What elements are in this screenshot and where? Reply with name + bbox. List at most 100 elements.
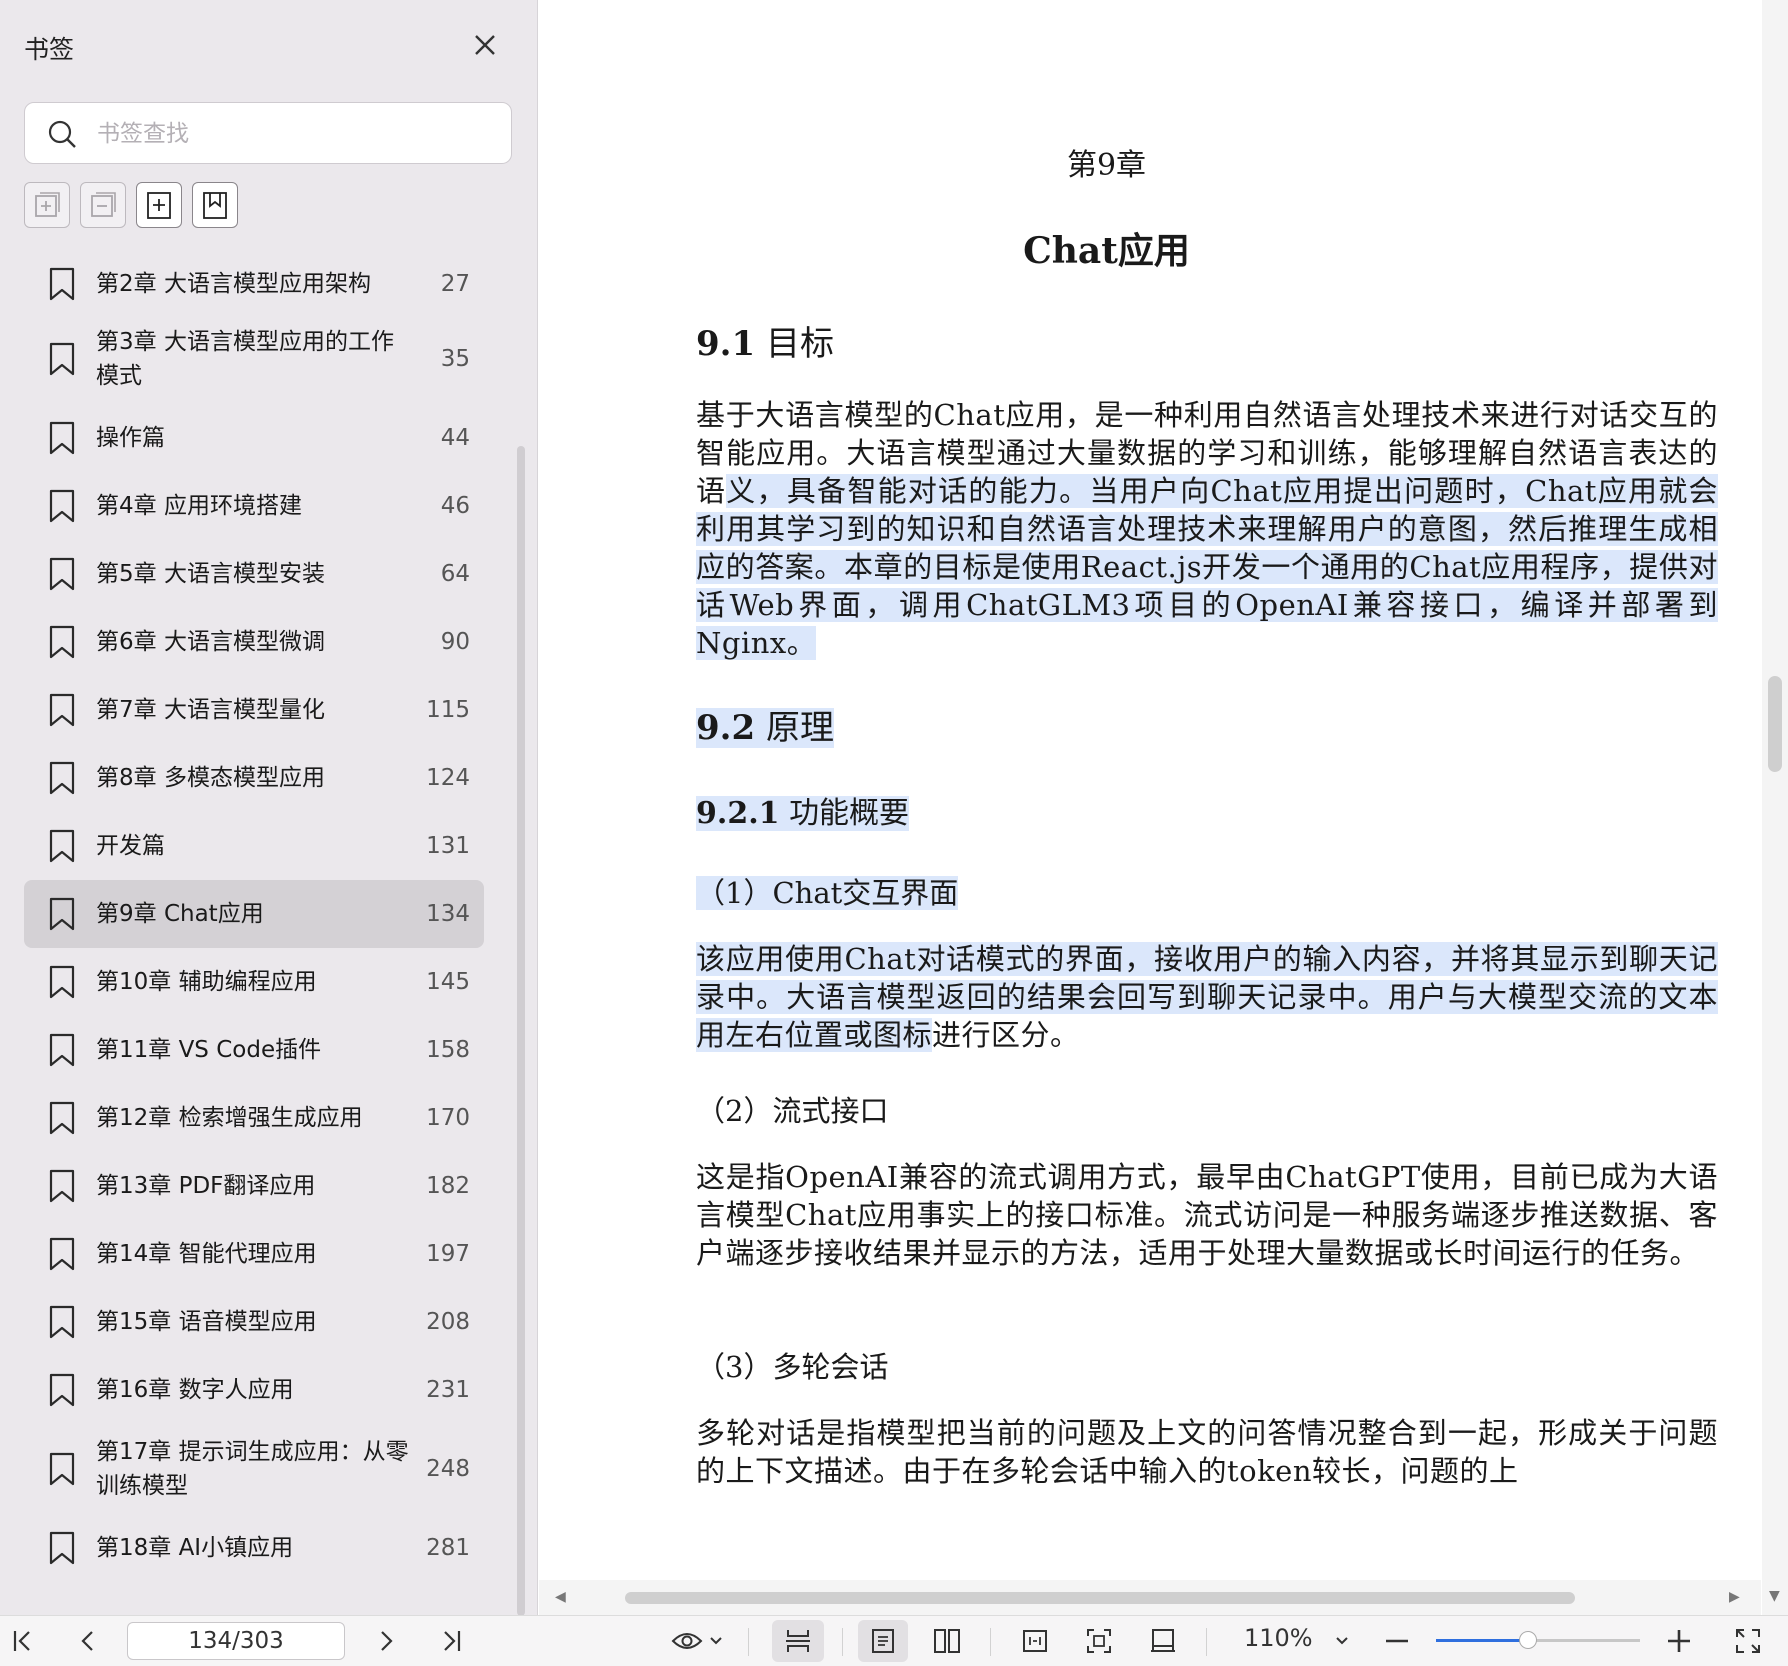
bookmark-item[interactable]: 第13章 PDF翻译应用 182	[24, 1152, 484, 1220]
bookmark-page-number: 35	[440, 346, 470, 372]
next-page-button[interactable]	[372, 1620, 402, 1662]
paragraph-streaming: 这是指OpenAI兼容的流式调用方式，最早由ChatGPT使用，目前已成为大语言…	[696, 1158, 1718, 1272]
collapse-all-button[interactable]	[80, 182, 126, 228]
bookmark-item[interactable]: 第12章 检索增强生成应用 170	[24, 1084, 484, 1152]
bookmark-item[interactable]: 操作篇 44	[24, 404, 484, 472]
bookmark-icon	[49, 625, 75, 659]
bookmark-page-number: 158	[426, 1037, 470, 1063]
toolbar-divider	[748, 1628, 749, 1656]
zoom-dropdown-button[interactable]	[1330, 1620, 1354, 1662]
bookmark-item[interactable]: 第6章 大语言模型微调 90	[24, 608, 484, 676]
bookmark-icon	[203, 192, 227, 219]
bookmark-item[interactable]: 第7章 大语言模型量化 115	[24, 676, 484, 744]
bookmark-item[interactable]: 第11章 VS Code插件 158	[24, 1016, 484, 1084]
scroll-right-arrow-icon[interactable]: ▶	[1729, 1589, 1740, 1605]
bookmark-label: 第13章 PDF翻译应用	[96, 1173, 316, 1199]
subsection-number: 9.2.1	[696, 796, 780, 831]
double-page-button[interactable]	[922, 1620, 972, 1662]
bookmark-item[interactable]: 第3章 大语言模型应用的工作模式 35	[24, 314, 484, 404]
bookmark-label: 第12章 检索增强生成应用	[96, 1105, 363, 1131]
first-page-button[interactable]	[8, 1620, 38, 1662]
add-bookmark-button[interactable]	[136, 182, 182, 228]
bookmark-item[interactable]: 第5章 大语言模型安装 64	[24, 540, 484, 608]
bookmark-label: 开发篇	[96, 833, 165, 859]
fit-page-icon	[1087, 1629, 1111, 1653]
chevron-left-icon	[81, 1631, 93, 1651]
horizontal-scrollbar-thumb[interactable]	[625, 1592, 1575, 1604]
paragraph-text: 进行区分。	[932, 1018, 1080, 1052]
last-page-button[interactable]	[436, 1620, 466, 1662]
page-number-input[interactable]: 134/303	[127, 1622, 345, 1660]
bookmark-icon	[49, 1373, 75, 1407]
bookmark-icon	[49, 761, 75, 795]
item-heading-3: （3）多轮会话	[696, 1344, 888, 1386]
bookmark-label: 第9章 Chat应用	[96, 901, 264, 927]
fit-page-button[interactable]	[1074, 1620, 1124, 1662]
toolbar-divider	[1206, 1628, 1207, 1656]
close-sidebar-button[interactable]	[470, 30, 500, 60]
bookmark-label: 第6章 大语言模型微调	[96, 629, 325, 655]
fit-width-button[interactable]	[1010, 1620, 1060, 1662]
zoom-out-button[interactable]	[1380, 1620, 1414, 1662]
bookmark-label: 第5章 大语言模型安装	[96, 561, 325, 587]
bookmark-label: 第14章 智能代理应用	[96, 1241, 317, 1267]
horizontal-scroll-track[interactable]: ◀ ▶	[539, 1580, 1761, 1615]
bookmark-page-number: 231	[426, 1377, 470, 1403]
chapter-number: 第9章	[1066, 148, 1147, 183]
bookmark-item[interactable]: 第9章 Chat应用 134	[24, 880, 484, 948]
bookmark-item[interactable]: 第4章 应用环境搭建 46	[24, 472, 484, 540]
section-title: 原理	[765, 708, 834, 748]
bookmark-label: 第10章 辅助编程应用	[96, 969, 317, 995]
bookmark-item[interactable]: 第2章 大语言模型应用架构 27	[24, 254, 484, 314]
vertical-scrollbar-thumb[interactable]	[1768, 676, 1782, 772]
item-title: （3）多轮会话	[696, 1350, 889, 1384]
item-heading-1: （1）Chat交互界面	[696, 870, 959, 912]
zoom-in-button[interactable]	[1662, 1620, 1696, 1662]
bookmark-item[interactable]: 第8章 多模态模型应用 124	[24, 744, 484, 812]
bookmark-item[interactable]: 第10章 辅助编程应用 145	[24, 948, 484, 1016]
continuous-scroll-button[interactable]	[772, 1620, 824, 1662]
last-page-icon	[444, 1631, 461, 1651]
actual-size-button[interactable]	[1138, 1620, 1188, 1662]
bookmark-item[interactable]: 第14章 智能代理应用 197	[24, 1220, 484, 1288]
bookmark-item[interactable]: 第16章 数字人应用 231	[24, 1356, 484, 1424]
bookmark-label: 第11章 VS Code插件	[96, 1037, 322, 1063]
view-mode-button[interactable]	[666, 1620, 728, 1662]
collapse-icon	[91, 192, 116, 217]
zoom-slider[interactable]	[1436, 1631, 1640, 1649]
section-number: 9.2	[696, 708, 756, 748]
bookmark-page-number: 131	[426, 833, 470, 859]
bookmark-item[interactable]: 第15章 语音模型应用 208	[24, 1288, 484, 1356]
expand-all-button[interactable]	[24, 182, 70, 228]
bookmark-page-button[interactable]	[192, 182, 238, 228]
bookmark-icon	[49, 897, 75, 931]
bookmark-item[interactable]: 开发篇 131	[24, 812, 484, 880]
bookmark-label: 第7章 大语言模型量化	[96, 697, 325, 723]
sidebar-scrollbar[interactable]	[517, 446, 525, 1616]
selected-text[interactable]: 义，具备智能对话的能力。当用户向Chat应用提出问题时，Chat应用就会利用其学…	[696, 474, 1718, 660]
fullscreen-button[interactable]	[1730, 1620, 1766, 1662]
scroll-left-arrow-icon[interactable]: ◀	[555, 1589, 566, 1605]
bookmark-label: 第8章 多模态模型应用	[96, 765, 325, 791]
selected-text[interactable]: 该应用使用Chat对话模式的界面，接收用户的输入内容，并将其显示到聊天记录中。大…	[696, 942, 1718, 1052]
section-title: 目标	[765, 324, 834, 364]
zoom-level[interactable]: 110%	[1244, 1624, 1313, 1652]
toolbar-divider	[842, 1628, 843, 1656]
bookmark-label: 第3章 大语言模型应用的工作模式	[96, 329, 394, 389]
paragraph-goal: 基于大语言模型的Chat应用，是一种利用自然语言处理技术来进行对话交互的智能应用…	[696, 396, 1718, 662]
bookmark-label: 第4章 应用环境搭建	[96, 493, 302, 519]
single-page-button[interactable]	[858, 1620, 908, 1662]
bookmark-icon	[49, 489, 75, 523]
bookmark-icon	[49, 267, 75, 301]
zoom-slider-handle[interactable]	[1518, 1631, 1537, 1649]
bookmark-search-input[interactable]	[97, 115, 497, 153]
bookmark-item[interactable]: 第18章 AI小镇应用 281	[24, 1514, 484, 1582]
vertical-scroll-track[interactable]: ▼	[1762, 0, 1788, 1615]
previous-page-button[interactable]	[72, 1620, 102, 1662]
scroll-down-arrow-icon[interactable]: ▼	[1769, 1588, 1780, 1604]
bookmark-page-number: 90	[440, 629, 470, 655]
bookmark-label: 第18章 AI小镇应用	[96, 1535, 294, 1561]
document-page: 第9章 Chat应用 9.1 目标 基于大语言模型的Chat应用，是一种利用自然…	[539, 0, 1761, 1580]
bookmark-item[interactable]: 第17章 提示词生成应用：从零训练模型 248	[24, 1424, 484, 1514]
actual-size-icon	[1151, 1629, 1175, 1652]
